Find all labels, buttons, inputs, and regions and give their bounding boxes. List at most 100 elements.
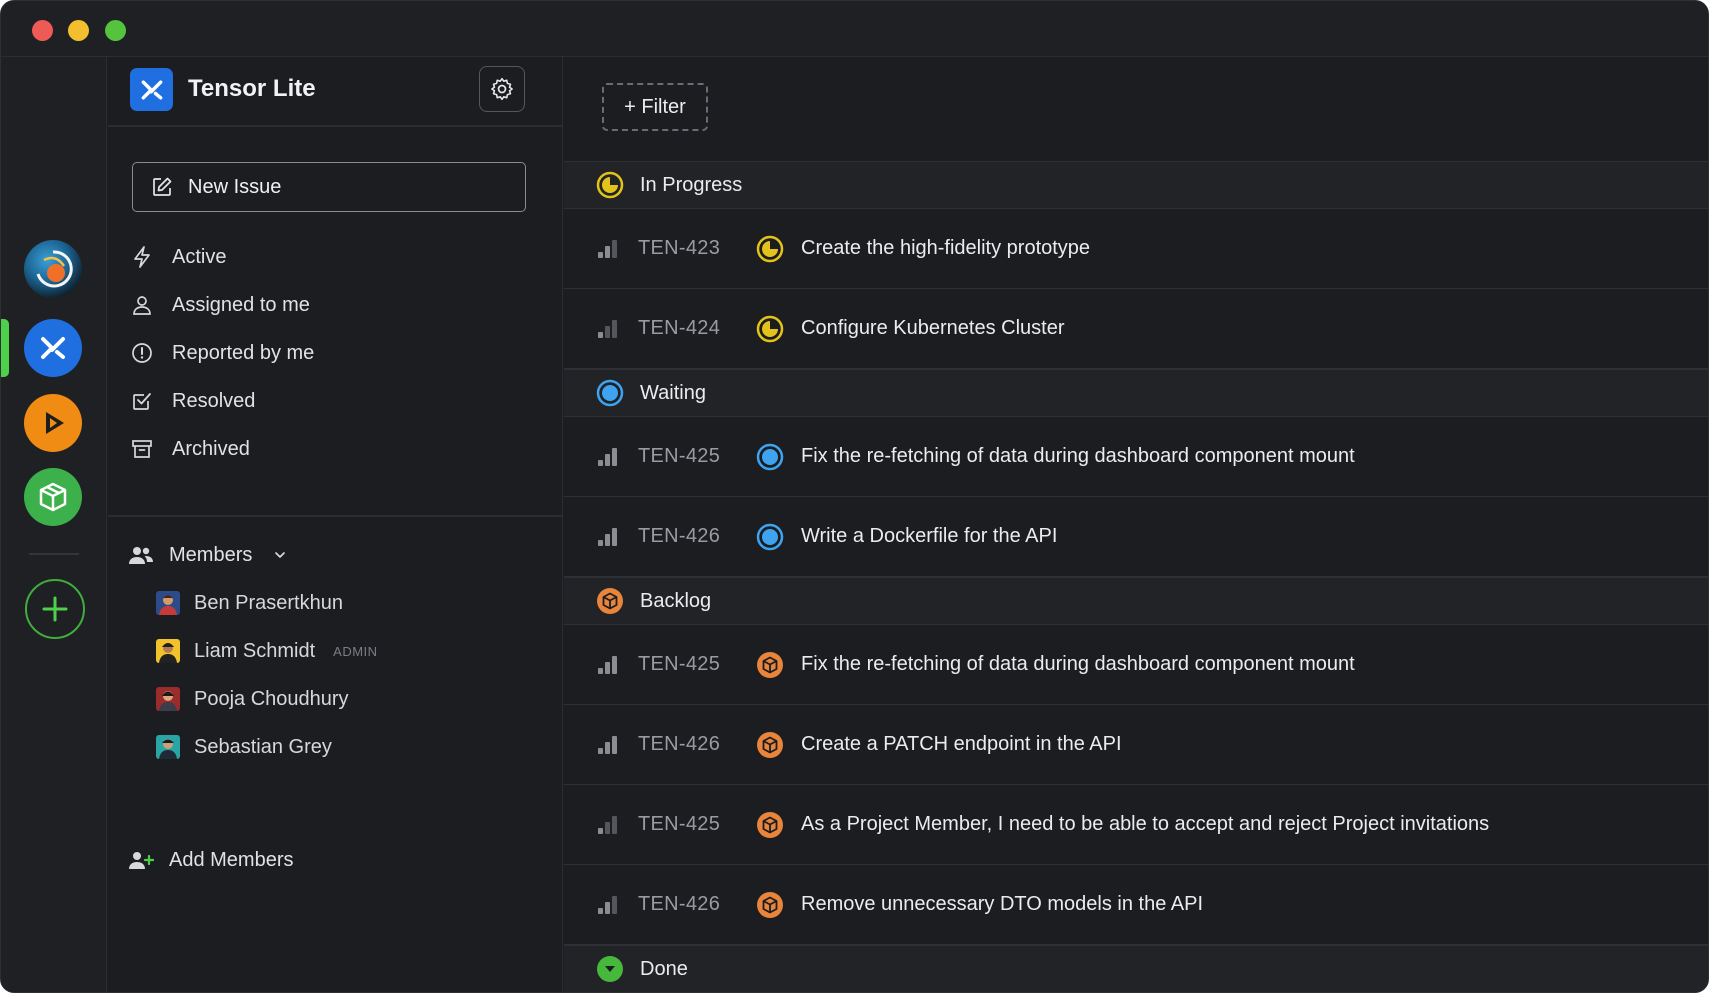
waiting-status-icon: [596, 379, 624, 407]
chevron-down-icon: [275, 552, 286, 558]
issue-title: As a Project Member, I need to be able t…: [801, 813, 1490, 835]
issue-row[interactable]: TEN-425 As a Project Member, I need to b…: [564, 785, 1708, 865]
issue-key: TEN-423: [638, 237, 721, 259]
nav-label: Reported by me: [172, 341, 315, 364]
minimize-window-button[interactable]: [68, 20, 89, 41]
lightning-icon: [130, 245, 154, 269]
priority-low-icon: [598, 815, 620, 834]
member-name: Ben Prasertkhun: [194, 591, 343, 614]
issue-key: TEN-425: [638, 445, 721, 467]
priority-high-icon: [598, 735, 620, 754]
workspace-rail: [1, 57, 107, 992]
backlog-status-icon: [756, 651, 784, 679]
avatar: [156, 591, 180, 615]
alert-circle-icon: [130, 341, 154, 365]
priority-low-icon: [598, 319, 620, 338]
backlog-status-icon: [756, 891, 784, 919]
issue-title: Fix the re-fetching of data during dashb…: [801, 653, 1355, 675]
project-header: Tensor Lite: [108, 57, 562, 127]
status-label: Backlog: [640, 589, 712, 612]
issue-key: TEN-425: [638, 813, 721, 835]
workspace-package-icon[interactable]: [24, 468, 82, 526]
nav-label: Active: [172, 245, 227, 268]
gear-icon: [491, 77, 513, 101]
status-group-backlog[interactable]: Backlog: [564, 577, 1708, 625]
nav-item-archived[interactable]: Archived: [130, 429, 250, 469]
nav-label: Assigned to me: [172, 293, 310, 316]
issue-row[interactable]: TEN-425 Fix the re-fetching of data duri…: [564, 625, 1708, 705]
status-group-done[interactable]: Done: [564, 945, 1708, 992]
members-toggle[interactable]: Members: [128, 537, 288, 573]
avatar: [156, 687, 180, 711]
status-group-waiting[interactable]: Waiting: [564, 369, 1708, 417]
project-title: Tensor Lite: [188, 75, 316, 102]
avatar: [156, 735, 180, 759]
backlog-status-icon: [756, 811, 784, 839]
add-members-label: Add Members: [169, 848, 294, 871]
workspace-play-icon[interactable]: [24, 394, 82, 452]
status-label: In Progress: [640, 173, 743, 196]
nav-label: Archived: [172, 437, 250, 460]
member-item[interactable]: Ben Prasertkhun: [156, 585, 343, 621]
project-sidebar: Tensor Lite New Issue Active Assigned to…: [108, 57, 563, 992]
in-progress-status-icon: [756, 315, 784, 343]
project-settings-button[interactable]: [479, 66, 525, 112]
status-label: Waiting: [640, 381, 706, 404]
workspace-tensor-icon[interactable]: [24, 319, 82, 377]
member-item[interactable]: Pooja Choudhury: [156, 681, 349, 717]
nav-item-reported[interactable]: Reported by me: [130, 333, 314, 373]
issue-row[interactable]: TEN-426 Write a Dockerfile for the API: [564, 497, 1708, 577]
add-filter-button[interactable]: + Filter: [602, 83, 708, 131]
sidebar-divider: [108, 515, 562, 517]
issue-key: TEN-426: [638, 525, 721, 547]
user-plus-icon: [128, 850, 154, 870]
nav-label: Resolved: [172, 389, 256, 412]
title-bar: [1, 1, 1708, 57]
plus-icon: [42, 596, 68, 622]
in-progress-status-icon: [596, 171, 624, 199]
project-logo: [130, 68, 173, 111]
new-issue-button[interactable]: New Issue: [132, 162, 526, 212]
issue-key: TEN-426: [638, 733, 721, 755]
nav-item-active[interactable]: Active: [130, 237, 226, 277]
nav-item-assigned[interactable]: Assigned to me: [130, 285, 310, 325]
waiting-status-icon: [756, 443, 784, 471]
active-workspace-indicator: [1, 319, 9, 377]
member-name: Sebastian Grey: [194, 735, 332, 758]
issue-key: TEN-425: [638, 653, 721, 675]
done-status-icon: [596, 955, 624, 983]
zoom-window-button[interactable]: [105, 20, 126, 41]
issue-row[interactable]: TEN-426 Remove unnecessary DTO models in…: [564, 865, 1708, 945]
nav-item-resolved[interactable]: Resolved: [130, 381, 255, 421]
member-item[interactable]: Sebastian Grey: [156, 729, 332, 765]
issue-list-pane: + Filter In Progress TEN-423 Create the …: [564, 57, 1708, 992]
issue-title: Create the high-fidelity prototype: [801, 237, 1091, 259]
issue-row[interactable]: TEN-424 Configure Kubernetes Cluster: [564, 289, 1708, 369]
avatar: [156, 639, 180, 663]
workspace-orbit-icon[interactable]: [24, 240, 82, 298]
issue-title: Create a PATCH endpoint in the API: [801, 733, 1122, 755]
member-name: Liam Schmidt: [194, 639, 316, 662]
issue-row[interactable]: TEN-423 Create the high-fidelity prototy…: [564, 209, 1708, 289]
new-issue-label: New Issue: [188, 175, 282, 198]
issue-title: Write a Dockerfile for the API: [801, 525, 1058, 547]
issue-row[interactable]: TEN-426 Create a PATCH endpoint in the A…: [564, 705, 1708, 785]
members-label: Members: [169, 543, 253, 566]
priority-medium-icon: [598, 239, 620, 258]
add-workspace-button[interactable]: [25, 579, 85, 639]
users-icon: [128, 545, 154, 565]
close-window-button[interactable]: [32, 20, 53, 41]
edit-icon: [153, 177, 172, 196]
backlog-status-icon: [596, 587, 624, 615]
issue-row[interactable]: TEN-425 Fix the re-fetching of data duri…: [564, 417, 1708, 497]
status-group-in-progress[interactable]: In Progress: [564, 161, 1708, 209]
backlog-status-icon: [756, 731, 784, 759]
priority-high-icon: [598, 655, 620, 674]
issue-key: TEN-424: [638, 317, 721, 339]
admin-badge: ADMIN: [333, 643, 378, 659]
member-item[interactable]: Liam Schmidt ADMIN: [156, 633, 378, 669]
app-window: Tensor Lite New Issue Active Assigned to…: [0, 0, 1709, 993]
add-members-button[interactable]: Add Members: [128, 842, 294, 878]
issue-list: In Progress TEN-423 Create the high-fide…: [564, 161, 1708, 992]
priority-medium-icon: [598, 895, 620, 914]
